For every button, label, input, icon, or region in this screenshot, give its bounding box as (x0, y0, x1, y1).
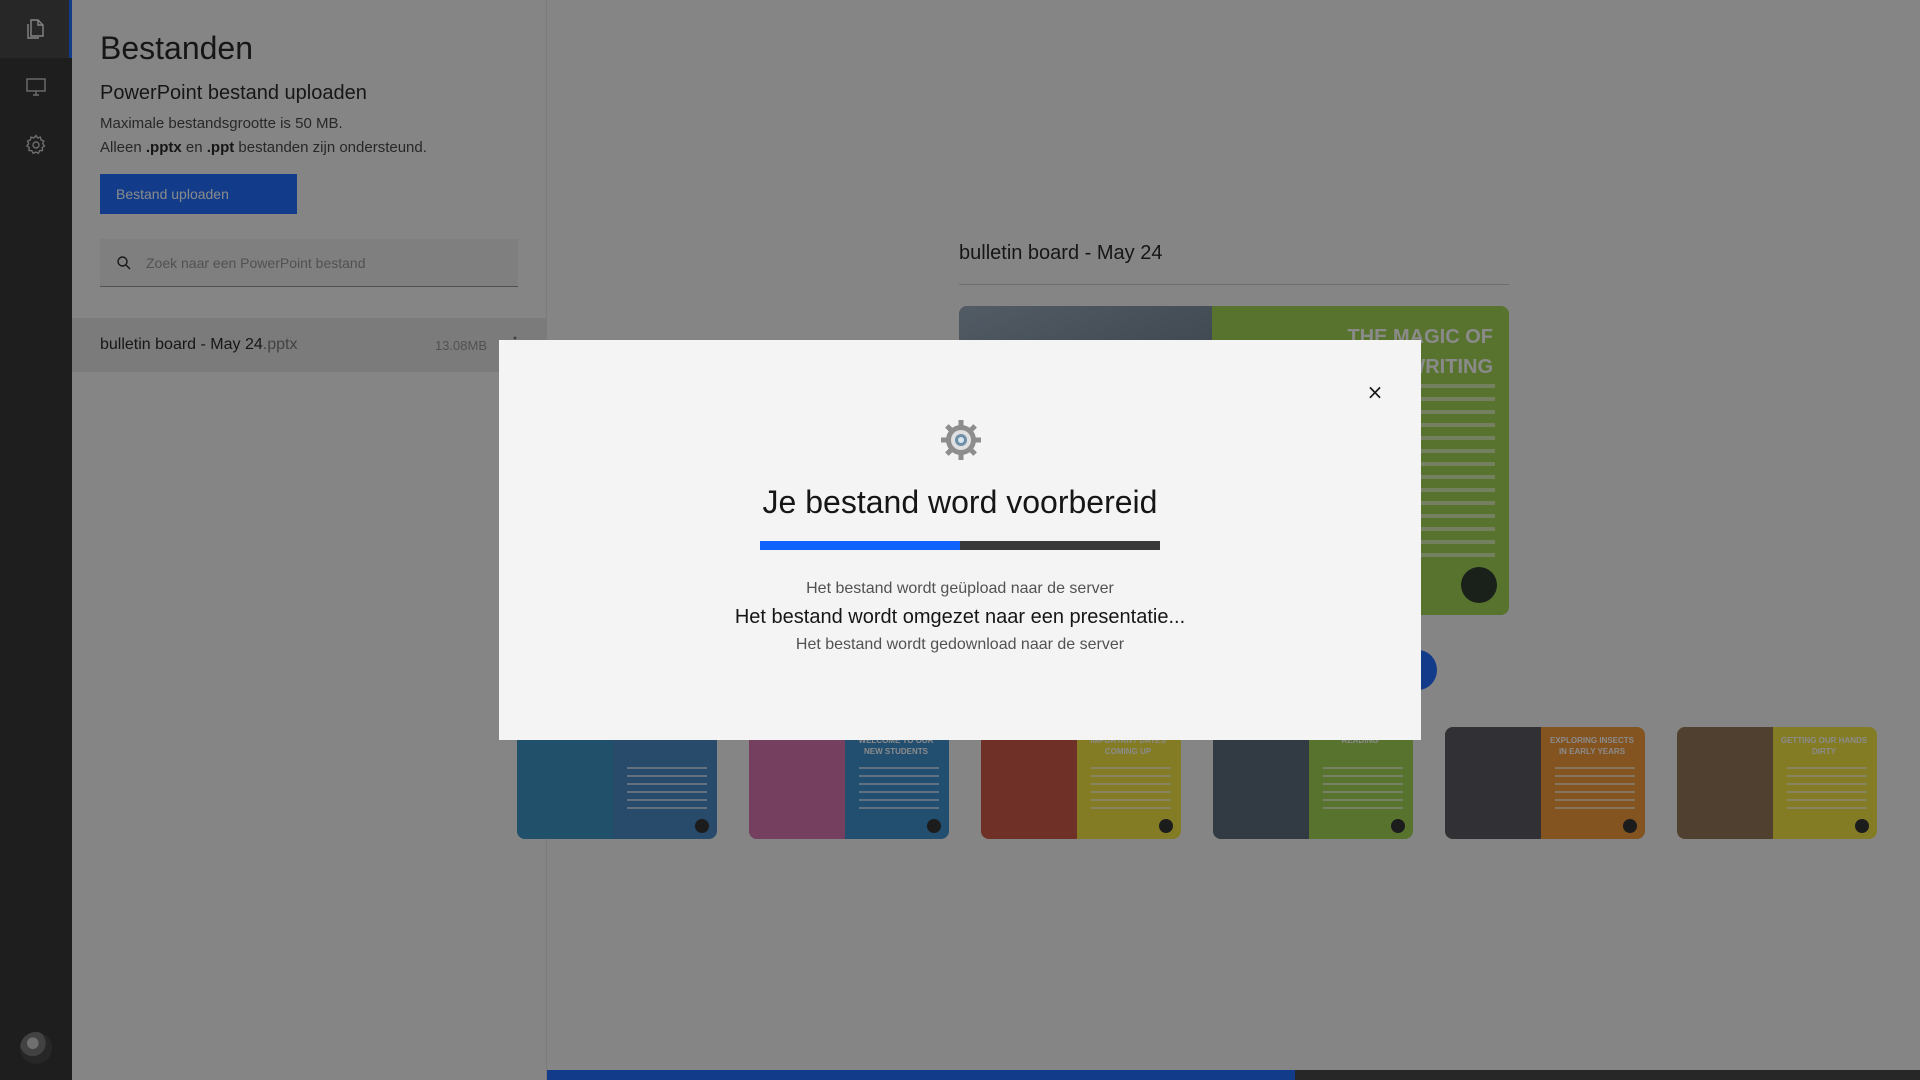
close-icon[interactable]: × (1363, 380, 1387, 404)
step-convert: Het bestand wordt omgezet naar een prese… (734, 606, 1186, 628)
step-upload: Het bestand wordt geüpload naar de serve… (806, 580, 1114, 597)
modal-progress-bar (760, 541, 1160, 550)
gear-icon (941, 420, 981, 460)
step-download: Het bestand wordt gedownload naar de ser… (795, 636, 1125, 653)
processing-modal: × Je bestand word voorbereid Het bestand… (499, 340, 1421, 740)
modal-progress-fill (760, 541, 960, 550)
modal-title: Je bestand word voorbereid (762, 484, 1158, 520)
